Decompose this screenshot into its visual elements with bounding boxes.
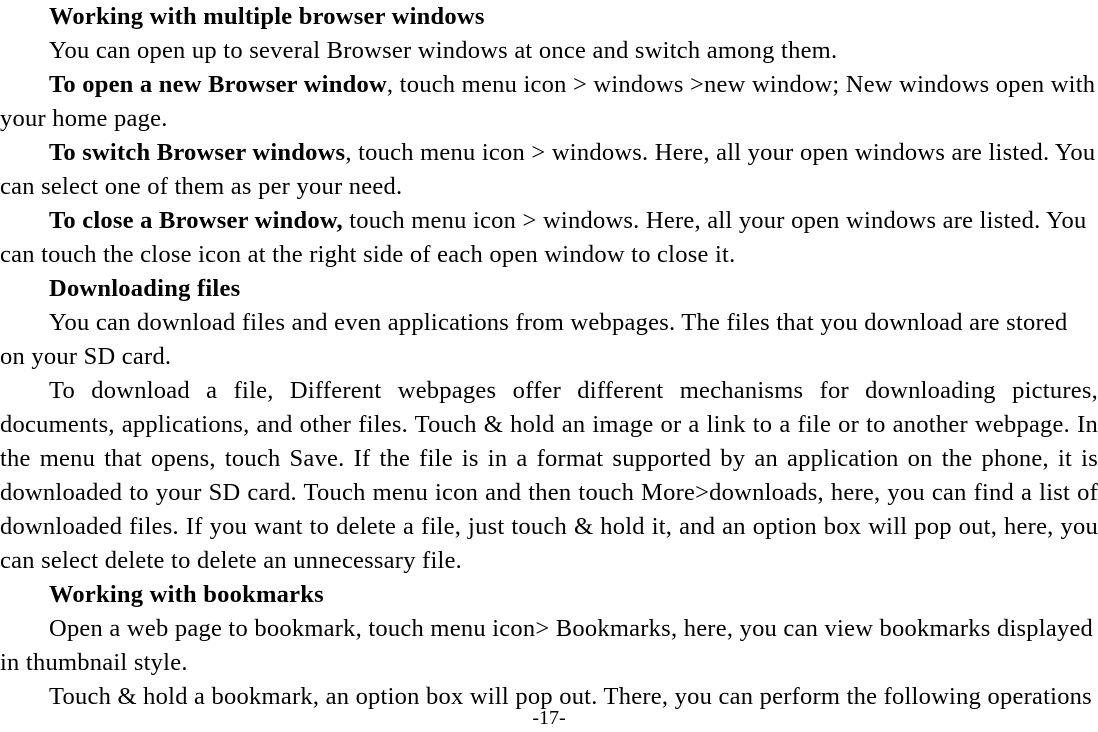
paragraph-close-window: To close a Browser window, touch menu ic… bbox=[0, 204, 1098, 272]
lead-open-new-window: To open a new Browser window bbox=[49, 71, 387, 98]
paragraph-download-intro: You can download files and even applicat… bbox=[0, 309, 1068, 370]
lead-close-window: To close a Browser window, bbox=[49, 207, 343, 234]
paragraph-open-bookmark: Open a web page to bookmark, touch menu … bbox=[0, 615, 1094, 676]
document-page: Working with multiple browser windows Yo… bbox=[0, 0, 1098, 732]
lead-switch-windows: To switch Browser windows bbox=[49, 139, 346, 166]
page-body: Working with multiple browser windows Yo… bbox=[0, 0, 1098, 714]
section-heading-multiple-windows: Working with multiple browser windows bbox=[49, 3, 485, 30]
page-number: -17- bbox=[532, 707, 566, 729]
section-heading-downloading-files: Downloading files bbox=[49, 275, 241, 302]
paragraph-open-several-windows: You can open up to several Browser windo… bbox=[49, 37, 838, 64]
paragraph-switch-windows: To switch Browser windows, touch menu ic… bbox=[0, 136, 1098, 204]
section-heading-working-bookmarks: Working with bookmarks bbox=[49, 581, 324, 608]
paragraph-open-new-window: To open a new Browser window, touch menu… bbox=[0, 68, 1098, 136]
paragraph-download-detail: To download a file, Different webpages o… bbox=[0, 377, 1098, 574]
